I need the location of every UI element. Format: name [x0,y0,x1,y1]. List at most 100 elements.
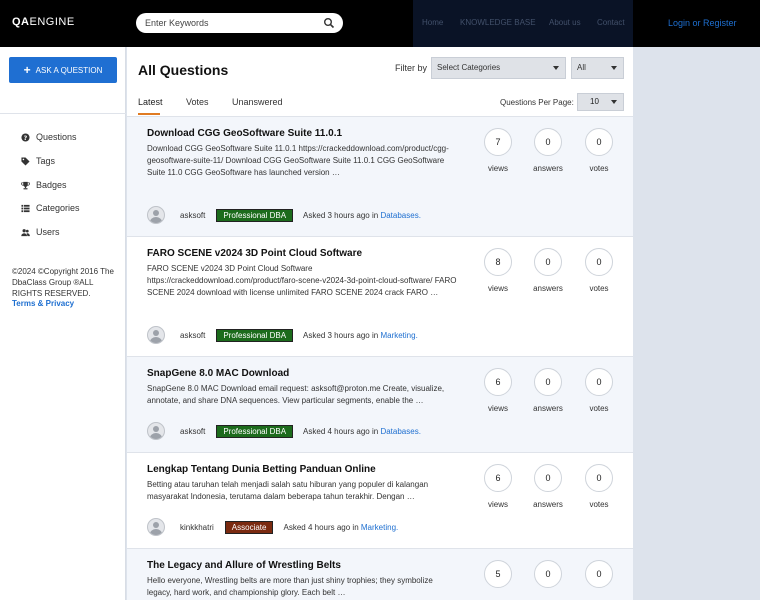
search-input[interactable] [145,16,315,30]
answers-stat: 0 answers [533,368,563,413]
question-item: Lengkap Tentang Dunia Betting Panduan On… [127,453,633,549]
question-item: The Legacy and Allure of Wrestling Belts… [127,549,633,600]
avatar[interactable] [147,326,165,344]
top-header: QAENGINE Home KNOWLEDGE BASE About us Co… [0,0,760,47]
tab-unanswered[interactable]: Unanswered [232,97,283,107]
users-icon [21,228,30,236]
sidebar-divider [0,113,126,114]
per-page-label: Questions Per Page: [500,98,574,107]
question-meta: asksoft Professional DBA Asked 4 hours a… [147,422,421,440]
caret-down-icon [553,66,559,70]
asked-time: Asked 3 hours ago in [303,210,379,220]
main-content: All Questions Filter by Select Categorie… [127,47,633,600]
login-register-link[interactable]: Login or Register [668,18,737,28]
author-name[interactable]: asksoft [180,331,205,340]
question-circle-icon: ? [21,132,30,141]
answers-count: 0 [534,560,562,588]
question-item: FARO SCENE v2024 3D Point Cloud Software… [127,237,633,357]
list-icon [21,204,30,212]
views-stat: 7 views [483,128,513,173]
question-excerpt: SnapGene 8.0 MAC Download email request:… [147,384,445,405]
author-name[interactable]: kinkkhatri [180,523,214,532]
tab-votes[interactable]: Votes [186,97,209,107]
views-count: 6 [484,368,512,396]
filter-label: Filter by [395,63,428,73]
avatar[interactable] [147,206,165,224]
votes-stat: 0 votes [584,248,614,293]
views-stat: 8 views [483,248,513,293]
user-badge: Professional DBA [216,328,294,342]
views-stat: 6 views [483,464,513,509]
question-meta: asksoft Professional DBA Asked 3 hours a… [147,326,418,344]
question-title[interactable]: The Legacy and Allure of Wrestling Belts [147,560,341,571]
per-page-select[interactable]: 10 [577,93,624,111]
question-title[interactable]: SnapGene 8.0 MAC Download [147,368,289,379]
views-stat: 5 [483,560,513,588]
sidebar-item-tags[interactable]: Tags [21,156,55,166]
views-count: 7 [484,128,512,156]
author-name[interactable]: asksoft [180,427,205,436]
ask-question-button[interactable]: + ASK A QUESTION [9,57,117,83]
question-excerpt: Hello everyone, Wrestling belts are more… [147,576,433,597]
sidebar-item-badges[interactable]: Badges [21,180,67,190]
search-icon[interactable] [323,17,335,29]
tab-latest[interactable]: Latest [138,97,163,107]
top-nav: Home KNOWLEDGE BASE About us Contact [413,0,633,47]
category-link[interactable]: Marketing. [380,331,417,340]
status-select[interactable]: All [571,57,624,79]
asked-time: Asked 4 hours ago in [303,426,379,436]
answers-count: 0 [534,248,562,276]
active-tab-indicator [138,113,160,115]
nav-home[interactable]: Home [422,18,443,27]
views-count: 6 [484,464,512,492]
question-item: Download CGG GeoSoftware Suite 11.0.1 Do… [127,117,633,237]
answers-count: 0 [534,464,562,492]
votes-count: 0 [585,560,613,588]
terms-privacy-link[interactable]: Terms & Privacy [12,299,74,308]
answers-stat: 0 answers [533,464,563,509]
views-count: 5 [484,560,512,588]
sidebar-item-users[interactable]: Users [21,227,60,237]
question-title[interactable]: Download CGG GeoSoftware Suite 11.0.1 [147,128,342,139]
trophy-icon [21,181,30,189]
views-count: 8 [484,248,512,276]
answers-stat: 0 answers [533,128,563,173]
question-item: SnapGene 8.0 MAC Download SnapGene 8.0 M… [127,357,633,453]
category-link[interactable]: Databases. [380,427,420,436]
sidebar-item-categories[interactable]: Categories [21,203,80,213]
avatar[interactable] [147,422,165,440]
page-title: All Questions [138,62,229,78]
votes-count: 0 [585,248,613,276]
votes-count: 0 [585,464,613,492]
user-badge: Professional DBA [216,208,294,222]
question-meta: kinkkhatri Associate Asked 4 hours ago i… [147,518,398,536]
asked-time: Asked 3 hours ago in [303,330,379,340]
user-badge: Professional DBA [216,424,294,438]
asked-time: Asked 4 hours ago in [283,522,359,532]
votes-stat: 0 [584,560,614,588]
question-excerpt: Download CGG GeoSoftware Suite 11.0.1 ht… [147,144,449,177]
avatar[interactable] [147,518,165,536]
answers-count: 0 [534,368,562,396]
votes-stat: 0 votes [584,464,614,509]
question-title[interactable]: FARO SCENE v2024 3D Point Cloud Software [147,248,362,259]
sidebar-item-questions[interactable]: ? Questions [21,132,77,142]
author-name[interactable]: asksoft [180,211,205,220]
nav-knowledge-base[interactable]: KNOWLEDGE BASE [460,18,536,27]
site-logo[interactable]: QAENGINE [12,16,75,28]
question-title[interactable]: Lengkap Tentang Dunia Betting Panduan On… [147,464,376,475]
votes-count: 0 [585,128,613,156]
answers-stat: 0 answers [533,248,563,293]
category-link[interactable]: Marketing. [361,523,398,532]
svg-text:?: ? [24,134,28,141]
category-select[interactable]: Select Categories [431,57,566,79]
plus-icon: + [23,63,31,77]
answers-count: 0 [534,128,562,156]
tag-icon [21,156,30,166]
votes-count: 0 [585,368,613,396]
question-excerpt: Betting atau taruhan telah menjadi salah… [147,480,429,501]
category-link[interactable]: Databases. [380,211,420,220]
caret-down-icon [611,100,617,104]
nav-about-us[interactable]: About us [549,18,581,27]
nav-contact[interactable]: Contact [597,18,625,27]
